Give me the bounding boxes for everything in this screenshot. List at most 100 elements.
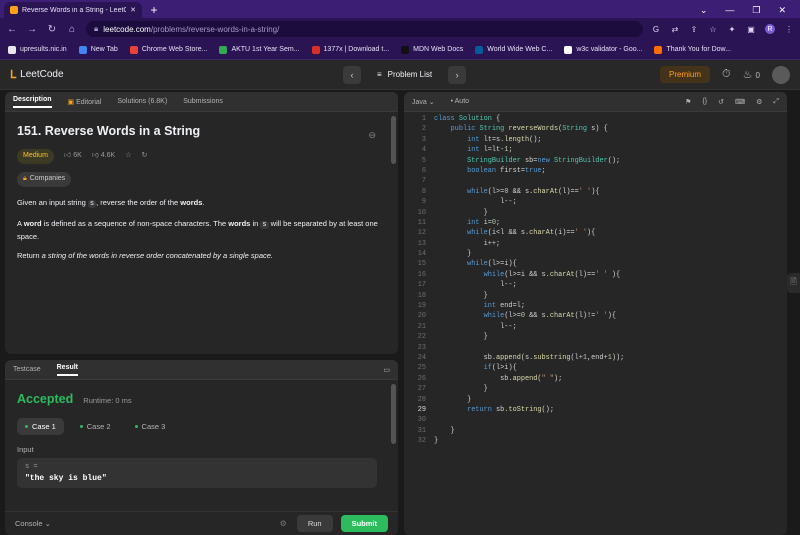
collapse-panel-icon[interactable]: ▭ (383, 366, 390, 374)
bookmark-item[interactable]: Chrome Web Store... (129, 45, 207, 54)
next-problem-button[interactable]: › (448, 65, 467, 84)
side-panel-icon[interactable]: ▣ (746, 24, 756, 34)
new-tab-button[interactable]: + (146, 2, 162, 18)
info-icon[interactable]: ⊖ (368, 129, 376, 143)
profile-avatar[interactable]: R (765, 24, 775, 34)
tab-editorial[interactable]: ▣ Editorial (68, 98, 102, 106)
share-link-icon[interactable]: ↻ (142, 151, 148, 162)
code-line[interactable]: 19 int end=l; (404, 301, 787, 311)
bookmark-item[interactable]: MDN Web Docs (401, 45, 463, 54)
case-tab-2[interactable]: Case 2 (72, 418, 119, 435)
console-icon[interactable]: ⌨ (735, 98, 745, 106)
case-tab-1[interactable]: Case 1 (17, 418, 64, 435)
braces-icon[interactable]: {} (702, 98, 707, 106)
code-line[interactable]: 12 while(i<l && s.charAt(i)==' '){ (404, 228, 787, 238)
code-line[interactable]: 8 while(l>=0 && s.charAt(l)==' '){ (404, 187, 787, 197)
google-icon[interactable]: G (651, 24, 661, 34)
case-tab-3[interactable]: Case 3 (127, 418, 174, 435)
tab-testcase[interactable]: Testcase (13, 366, 41, 373)
dislike-button[interactable]: 👎︎ 4.6K (92, 151, 115, 162)
code-line[interactable]: 1 class Solution { (404, 114, 787, 124)
url-input[interactable]: 🔒︎ leetcode.com/problems/reverse-words-i… (86, 21, 643, 37)
home-button[interactable]: ⌂ (66, 24, 78, 35)
console-button[interactable]: Console ⌄ (15, 519, 51, 528)
timer-icon[interactable]: ⏱ (722, 68, 731, 81)
bookmark-item[interactable]: AKTU 1st Year Sem... (219, 45, 300, 54)
code-line[interactable]: 3 int lt=s.length(); (404, 135, 787, 145)
premium-button[interactable]: Premium (660, 66, 711, 83)
code-line[interactable]: 5 StringBuilder sb=new StringBuilder(); (404, 156, 787, 166)
leetcode-logo[interactable]: ᒪ LeetCode (10, 68, 64, 81)
code-line[interactable]: 16 while(l>=i && s.charAt(l)==' ' ){ (404, 270, 787, 280)
submit-button[interactable]: Submit (340, 515, 388, 532)
close-tab-icon[interactable]: ✕ (130, 6, 136, 14)
menu-kebab-icon[interactable]: ⋮ (784, 24, 794, 34)
reset-icon[interactable]: ↺ (718, 98, 724, 106)
user-avatar[interactable] (772, 65, 790, 84)
code-line[interactable]: 21 l--; (404, 322, 787, 332)
code-line[interactable]: 24 sb.append(s.substring(l+1,end+1)); (404, 353, 787, 363)
code-line[interactable]: 14 } (404, 249, 787, 259)
code-line[interactable]: 18 } (404, 291, 787, 301)
code-line[interactable]: 7 (404, 176, 787, 186)
code-line[interactable]: 30 (404, 415, 787, 425)
code-line[interactable]: 26 sb.append(" "); (404, 374, 787, 384)
code-line[interactable]: 10 } (404, 208, 787, 218)
side-doc-icon[interactable]: 🗎︎ (787, 273, 800, 293)
fullscreen-icon[interactable]: ⤢ (773, 98, 779, 106)
tab-description[interactable]: Description (13, 96, 52, 108)
prev-problem-button[interactable]: ‹ (343, 65, 361, 84)
problem-list-button[interactable]: ≡ Problem List (369, 70, 440, 79)
code-line[interactable]: 20 while(l>=0 && s.charAt(l)!=' '){ (404, 311, 787, 321)
code-line[interactable]: 27 } (404, 384, 787, 394)
bookmark-item[interactable]: upresults.nic.in (8, 45, 67, 54)
bookmark-item[interactable]: World Wide Web C... (475, 45, 552, 54)
code-line[interactable]: 15 while(l>=i){ (404, 259, 787, 269)
code-line[interactable]: 9 l--; (404, 197, 787, 207)
bookmark-item[interactable]: Thank You for Dow... (654, 45, 731, 54)
share-icon[interactable]: ⇪ (689, 24, 699, 34)
bookmark-icon[interactable]: ⚑ (685, 98, 691, 106)
translate-icon[interactable]: ⇄ (670, 24, 680, 34)
bookmark-item[interactable]: New Tab (78, 45, 118, 54)
browser-tab[interactable]: Reverse Words in a String - LeetC ✕ (4, 2, 142, 18)
maximize-button[interactable]: ❐ (752, 5, 760, 16)
code-line[interactable]: 28 } (404, 395, 787, 405)
tab-solutions[interactable]: Solutions (6.8K) (117, 98, 167, 105)
language-select[interactable]: Java ⌄ (412, 98, 435, 106)
run-button[interactable]: Run (296, 515, 333, 532)
description-scrollbar[interactable] (391, 116, 396, 164)
code-line[interactable]: 13 i++; (404, 239, 787, 249)
result-scrollbar[interactable] (391, 384, 396, 444)
bookmark-star-icon[interactable]: ☆ (708, 24, 718, 34)
bookmark-item[interactable]: w3c validator - Goo... (564, 45, 642, 54)
reload-button[interactable]: ↻ (46, 24, 58, 35)
code-line[interactable]: 11 int i=0; (404, 218, 787, 228)
tab-result[interactable]: Result (56, 364, 79, 376)
bookmark-item[interactable]: 1377x | Download t... (311, 45, 389, 54)
settings-gear-icon[interactable]: ⚙ (280, 519, 297, 528)
code-line[interactable]: 25 if(l>i){ (404, 363, 787, 373)
back-button[interactable]: ← (6, 24, 18, 35)
code-line[interactable]: 29 return sb.toString(); (404, 405, 787, 415)
code-line[interactable]: 32} (404, 436, 787, 446)
code-line[interactable]: 31 } (404, 426, 787, 436)
autocomplete-mode[interactable]: • Auto (451, 98, 469, 105)
code-line[interactable]: 17 l--; (404, 280, 787, 290)
companies-tag[interactable]: 🔒︎ Companies (17, 172, 72, 188)
code-line[interactable]: 22 } (404, 332, 787, 342)
like-button[interactable]: 👍︎ 6K (64, 151, 82, 162)
settings-icon[interactable]: ⚙ (756, 98, 762, 106)
streak-fire-icon[interactable]: ♨ 0 (743, 68, 760, 81)
code-line[interactable]: 23 (404, 343, 787, 353)
code-area[interactable]: 1 class Solution {2 public String reverse… (404, 114, 787, 535)
favorite-star-icon[interactable]: ☆ (125, 151, 131, 162)
chevron-down-icon[interactable]: ⌄ (700, 5, 708, 16)
tab-submissions[interactable]: Submissions (183, 98, 223, 105)
forward-button[interactable]: → (26, 24, 38, 35)
close-window-button[interactable]: ✕ (778, 5, 786, 16)
code-line[interactable]: 4 int l=lt-1; (404, 145, 787, 155)
code-line[interactable]: 2 public String reverseWords(String s) { (404, 124, 787, 134)
minimize-button[interactable]: — (725, 5, 734, 15)
extensions-puzzle-icon[interactable]: ✦ (727, 24, 737, 34)
